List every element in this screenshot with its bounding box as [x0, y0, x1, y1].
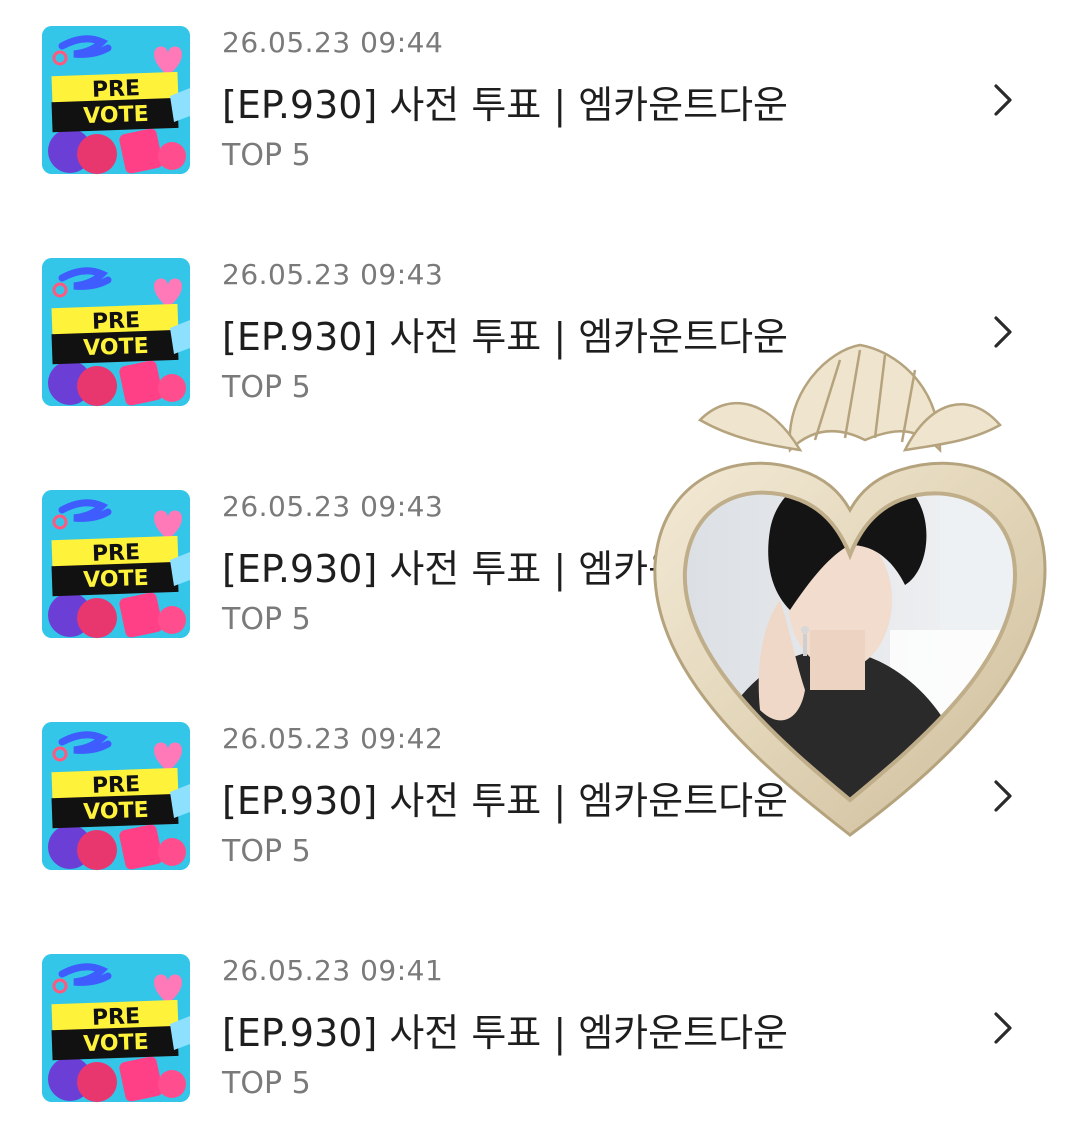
heart-mirror-sticker — [640, 330, 1060, 855]
list-item[interactable]: PRE VOTE 26.05.23 09:44 [EP.930] 사전 투표 |… — [0, 0, 1080, 174]
item-subtitle: TOP 5 — [222, 834, 311, 869]
item-subtitle: TOP 5 — [222, 370, 311, 405]
thumbnail-label-pre: PRE — [91, 540, 141, 567]
pre-vote-thumbnail: PRE VOTE — [42, 954, 190, 1102]
thumbnail-label-vote: VOTE — [82, 333, 150, 362]
pre-vote-thumbnail: PRE VOTE — [42, 258, 190, 406]
item-title: [EP.930] 사전 투표 | 엠카운트다운 — [222, 83, 788, 127]
item-title: [EP.930] 사전 투표 | 엠카운트다운 — [222, 1011, 788, 1055]
item-date: 26.05.23 09:44 — [222, 26, 444, 59]
thumbnail-label-pre: PRE — [91, 76, 141, 103]
item-date: 26.05.23 09:42 — [222, 722, 444, 755]
pre-vote-thumbnail: PRE VOTE — [42, 722, 190, 870]
thumbnail-label-vote: VOTE — [82, 1029, 150, 1058]
thumbnail-label-vote: VOTE — [82, 565, 150, 594]
thumbnail-label-pre: PRE — [91, 772, 141, 799]
list-item[interactable]: PRE VOTE 26.05.23 09:41 [EP.930] 사전 투표 |… — [0, 928, 1080, 1102]
item-date: 26.05.23 09:41 — [222, 954, 444, 987]
thumbnail-label-pre: PRE — [91, 308, 141, 335]
item-date: 26.05.23 09:43 — [222, 490, 444, 523]
item-subtitle: TOP 5 — [222, 138, 311, 173]
heart-mirror-icon — [653, 343, 1047, 837]
item-subtitle: TOP 5 — [222, 602, 311, 637]
pre-vote-thumbnail: PRE VOTE — [42, 490, 190, 638]
item-date: 26.05.23 09:43 — [222, 258, 444, 291]
chevron-right-icon[interactable] — [988, 80, 1018, 120]
item-subtitle: TOP 5 — [222, 1066, 311, 1101]
pre-vote-thumbnail: PRE VOTE — [42, 26, 190, 174]
thumbnail-label-vote: VOTE — [82, 797, 150, 826]
chevron-right-icon[interactable] — [988, 1008, 1018, 1048]
thumbnail-label-pre: PRE — [91, 1004, 141, 1031]
thumbnail-label-vote: VOTE — [82, 101, 150, 130]
